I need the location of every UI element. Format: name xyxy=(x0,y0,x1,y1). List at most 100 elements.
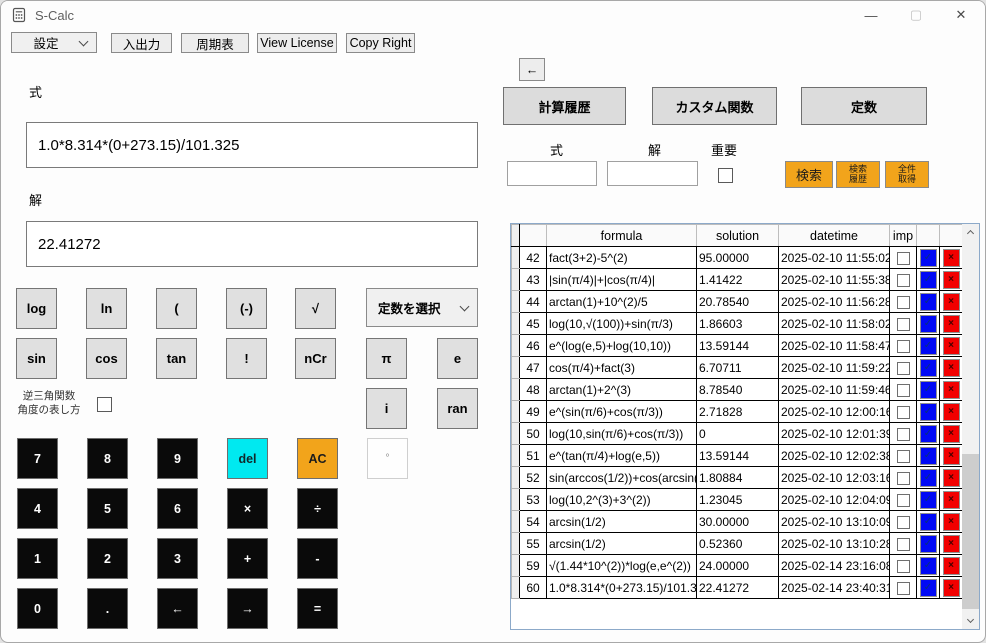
cos-button[interactable]: cos xyxy=(86,338,127,379)
back-button[interactable]: ← xyxy=(519,58,545,81)
row-delete-button[interactable]: × xyxy=(942,578,960,597)
degree-button[interactable]: ° xyxy=(367,438,408,479)
imp-checkbox[interactable] xyxy=(896,559,910,573)
key-5[interactable]: 5 xyxy=(87,488,128,529)
scroll-down-icon[interactable] xyxy=(962,613,979,629)
table-row[interactable]: 55 arcsin(1/2) 0.52360 2025-02-10 13:10:… xyxy=(511,532,963,555)
imp-checkbox[interactable] xyxy=(896,581,910,595)
key-3[interactable]: 3 xyxy=(157,538,198,579)
imaginary-button[interactable]: i xyxy=(366,388,407,429)
periodic-table-button[interactable]: 周期表 xyxy=(181,33,249,53)
row-delete-button[interactable]: × xyxy=(942,446,960,465)
imp-checkbox[interactable] xyxy=(896,273,910,287)
table-row[interactable]: 42 fact(3+2)-5^(2) 95.00000 2025-02-10 1… xyxy=(511,246,963,269)
constants-button[interactable]: 定数 xyxy=(801,87,927,125)
random-button[interactable]: ran xyxy=(437,388,478,429)
sin-button[interactable]: sin xyxy=(16,338,57,379)
row-save-button[interactable]: ✓ xyxy=(919,534,937,553)
io-button[interactable]: 入出力 xyxy=(111,33,172,53)
key-6[interactable]: 6 xyxy=(157,488,198,529)
row-save-button[interactable]: ✓ xyxy=(919,314,937,333)
fetch-all-button[interactable]: 全件 取得 xyxy=(885,161,929,188)
table-row[interactable]: 47 cos(π/4)+fact(3) 6.70711 2025-02-10 1… xyxy=(511,356,963,379)
row-save-button[interactable]: ✓ xyxy=(919,578,937,597)
equals-key[interactable]: = xyxy=(297,588,338,629)
row-delete-button[interactable]: × xyxy=(942,512,960,531)
imp-checkbox[interactable] xyxy=(896,537,910,551)
scroll-up-icon[interactable] xyxy=(962,224,979,240)
key-9[interactable]: 9 xyxy=(157,438,198,479)
table-row[interactable]: 49 e^(sin(π/6)+cos(π/3)) 2.71828 2025-02… xyxy=(511,400,963,423)
cursor-right-key[interactable]: → xyxy=(227,588,268,629)
row-save-button[interactable]: ✓ xyxy=(919,490,937,509)
table-row[interactable]: 46 e^(log(e,5)+log(10,10)) 13.59144 2025… xyxy=(511,334,963,357)
search-solution-input[interactable] xyxy=(607,161,698,186)
imp-checkbox[interactable] xyxy=(896,383,910,397)
imp-checkbox[interactable] xyxy=(896,493,910,507)
custom-function-button[interactable]: カスタム関数 xyxy=(652,87,777,125)
scrollbar-thumb[interactable] xyxy=(962,454,979,609)
close-button[interactable]: ✕ xyxy=(939,1,983,29)
table-row[interactable]: 45 log(10,√(100))+sin(π/3) 1.86603 2025-… xyxy=(511,312,963,335)
row-save-button[interactable]: ✓ xyxy=(919,468,937,487)
row-delete-button[interactable]: × xyxy=(942,292,960,311)
row-save-button[interactable]: ✓ xyxy=(919,380,937,399)
row-delete-button[interactable]: × xyxy=(942,468,960,487)
table-scrollbar[interactable] xyxy=(962,224,979,629)
solution-input[interactable] xyxy=(26,221,478,267)
constant-select-dropdown[interactable]: 定数を選択 xyxy=(366,288,478,327)
row-save-button[interactable]: ✓ xyxy=(919,424,937,443)
row-save-button[interactable]: ✓ xyxy=(919,292,937,311)
cursor-left-key[interactable]: ← xyxy=(157,588,198,629)
euler-button[interactable]: e xyxy=(437,338,478,379)
important-checkbox[interactable] xyxy=(718,168,733,183)
row-delete-button[interactable]: × xyxy=(942,402,960,421)
imp-checkbox[interactable] xyxy=(896,471,910,485)
row-save-button[interactable]: ✓ xyxy=(919,446,937,465)
row-delete-button[interactable]: × xyxy=(942,424,960,443)
row-delete-button[interactable]: × xyxy=(942,336,960,355)
imp-checkbox[interactable] xyxy=(896,515,910,529)
settings-dropdown[interactable]: 設定 xyxy=(11,32,97,53)
table-row[interactable]: 52 sin(arccos(1/2))+cos(arcsin(1 1.80884… xyxy=(511,466,963,489)
search-formula-input[interactable] xyxy=(507,161,597,186)
minus-key[interactable]: - xyxy=(297,538,338,579)
table-row[interactable]: 43 |sin(π/4)|+|cos(π/4)| 1.41422 2025-02… xyxy=(511,268,963,291)
row-save-button[interactable]: ✓ xyxy=(919,512,937,531)
view-license-button[interactable]: View License xyxy=(257,33,337,53)
table-row[interactable]: 50 log(10,sin(π/6)+cos(π/3)) 0 2025-02-1… xyxy=(511,422,963,445)
table-row[interactable]: 54 arcsin(1/2) 30.00000 2025-02-10 13:10… xyxy=(511,510,963,533)
row-delete-button[interactable]: × xyxy=(942,270,960,289)
search-history-button[interactable]: 検索 履歴 xyxy=(836,161,880,188)
paren-button[interactable]: ( xyxy=(156,288,197,329)
search-button[interactable]: 検索 xyxy=(785,161,833,188)
imp-checkbox[interactable] xyxy=(896,251,910,265)
row-save-button[interactable]: ✓ xyxy=(919,358,937,377)
key-2[interactable]: 2 xyxy=(87,538,128,579)
delete-key[interactable]: del xyxy=(227,438,268,479)
maximize-button[interactable]: ▢ xyxy=(894,1,938,29)
formula-input[interactable] xyxy=(26,122,478,168)
row-delete-button[interactable]: × xyxy=(942,358,960,377)
key-0[interactable]: 0 xyxy=(17,588,58,629)
log-button[interactable]: log xyxy=(16,288,57,329)
row-delete-button[interactable]: × xyxy=(942,248,960,267)
all-clear-key[interactable]: AC xyxy=(297,438,338,479)
table-row[interactable]: 53 log(10,2^(3)+3^(2)) 1.23045 2025-02-1… xyxy=(511,488,963,511)
row-save-button[interactable]: ✓ xyxy=(919,248,937,267)
imp-checkbox[interactable] xyxy=(896,405,910,419)
tan-button[interactable]: tan xyxy=(156,338,197,379)
copy-right-button[interactable]: Copy Right xyxy=(346,33,415,53)
row-save-button[interactable]: ✓ xyxy=(919,336,937,355)
imp-checkbox[interactable] xyxy=(896,295,910,309)
imp-checkbox[interactable] xyxy=(896,361,910,375)
table-row[interactable]: 44 arctan(1)+10^(2)/5 20.78540 2025-02-1… xyxy=(511,290,963,313)
ncr-button[interactable]: nCr xyxy=(295,338,336,379)
pi-button[interactable]: π xyxy=(366,338,407,379)
key-7[interactable]: 7 xyxy=(17,438,58,479)
sqrt-button[interactable]: √ xyxy=(295,288,336,329)
key-4[interactable]: 4 xyxy=(17,488,58,529)
inverse-trig-checkbox[interactable] xyxy=(97,397,112,412)
minimize-button[interactable]: — xyxy=(849,1,893,29)
row-save-button[interactable]: ✓ xyxy=(919,402,937,421)
